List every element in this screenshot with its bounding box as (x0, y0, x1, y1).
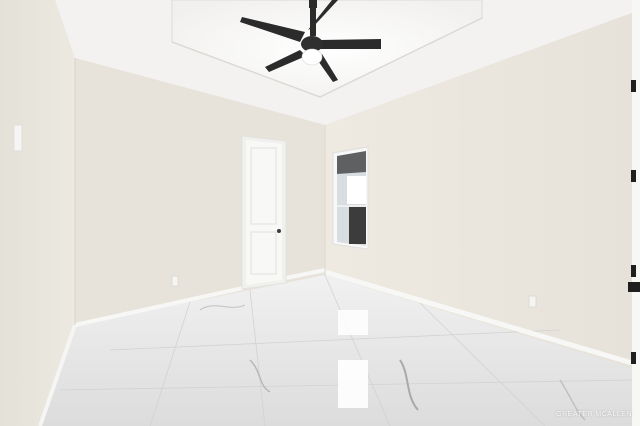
outlet (528, 295, 537, 308)
room-illustration (0, 0, 640, 426)
fan-light (301, 48, 323, 66)
light-switch[interactable] (13, 124, 23, 152)
door-knob[interactable] (277, 229, 281, 233)
watermark-logo: GREATER MCALLEN (556, 411, 632, 418)
outlet (171, 275, 179, 287)
room-photo: GREATER MCALLEN (0, 0, 640, 426)
window (332, 146, 369, 250)
interior-door[interactable] (241, 135, 287, 290)
